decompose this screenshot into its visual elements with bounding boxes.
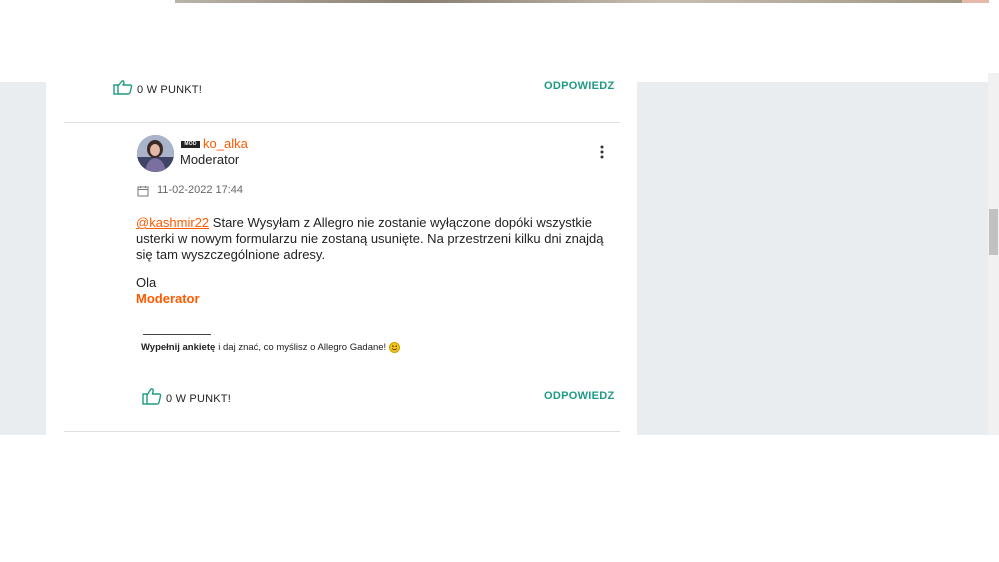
calendar-icon xyxy=(137,184,149,202)
survey-line: Wypełnij ankietę i daj znać, co myślisz … xyxy=(141,342,401,353)
post-actions: 0 W PUNKT! xyxy=(142,387,231,410)
page: 0 W PUNKT! ODPOWIEDZ MOD ko_alka Moderat… xyxy=(0,0,999,562)
signature-name: Ola xyxy=(136,275,157,290)
previous-like-button[interactable]: 0 W PUNKT! xyxy=(113,79,202,100)
author-role: Moderator xyxy=(180,152,240,167)
like-button[interactable]: 0 W PUNKT! xyxy=(142,387,231,410)
top-image-strip xyxy=(175,0,989,3)
signature-role: Moderator xyxy=(136,291,200,306)
moderator-badge: MOD xyxy=(181,141,200,148)
post-divider xyxy=(64,122,620,123)
thumbs-up-icon xyxy=(142,387,162,410)
user-mention-link[interactable]: @kashmir22 xyxy=(136,215,209,230)
more-vertical-icon[interactable] xyxy=(596,144,608,160)
post-date: 11-02-2022 17:44 xyxy=(157,184,244,196)
survey-link[interactable]: Wypełnij ankietę xyxy=(141,342,215,353)
avatar[interactable] xyxy=(137,135,174,172)
post-body: @kashmir22 Stare Wysyłam z Allegro nie z… xyxy=(136,215,620,263)
post-bottom-divider xyxy=(64,431,620,432)
smile-emoji-icon xyxy=(389,342,401,353)
survey-text: i daj znać, co myślisz o Allegro Gadane! xyxy=(218,342,387,353)
top-image-strip-right xyxy=(962,0,989,3)
reply-link[interactable]: ODPOWIEDZ xyxy=(544,390,615,402)
signature-separator xyxy=(143,334,211,335)
author-username[interactable]: ko_alka xyxy=(203,136,248,151)
scrollbar-thumb[interactable] xyxy=(989,209,998,255)
previous-post-actions: 0 W PUNKT! xyxy=(113,79,202,100)
thumbs-up-icon xyxy=(113,79,133,100)
previous-reply-link[interactable]: ODPOWIEDZ xyxy=(544,80,615,92)
previous-like-label: 0 W PUNKT! xyxy=(137,83,202,96)
like-label: 0 W PUNKT! xyxy=(166,392,231,405)
